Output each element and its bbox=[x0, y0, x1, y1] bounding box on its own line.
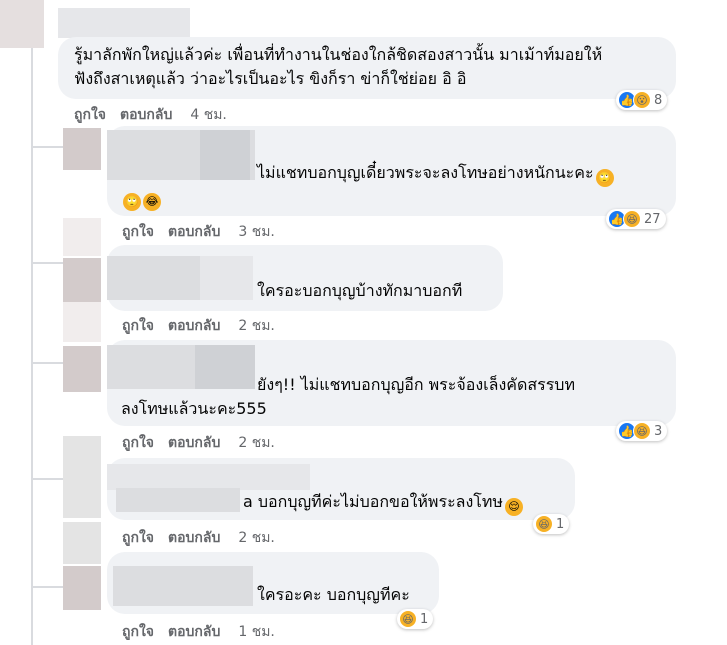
reaction-count: 1 bbox=[420, 611, 429, 627]
reply-button[interactable]: ตอบกลับ bbox=[168, 318, 220, 334]
relieved-emoji-icon: 😌 bbox=[504, 498, 523, 516]
avatar[interactable] bbox=[63, 258, 101, 302]
comment-text-line: ลงโทษแล้วนะคะ555 bbox=[121, 399, 267, 418]
timestamp[interactable]: 2 ชม. bbox=[238, 530, 275, 546]
avatar[interactable] bbox=[63, 436, 101, 478]
like-button[interactable]: ถูกใจ bbox=[122, 435, 154, 451]
comment-text-line: ไม่แชทบอกบุญเดี๋ยวพระจะลงโทษอย่างหนักนะค… bbox=[257, 160, 614, 187]
tears-of-joy-emoji-icon: 😂 bbox=[143, 193, 161, 211]
reply-connector bbox=[33, 478, 63, 480]
author-name-redacted bbox=[116, 488, 240, 512]
author-name-redacted bbox=[195, 345, 255, 389]
reaction-summary[interactable]: 👍 😮 8 bbox=[616, 90, 668, 110]
avatar[interactable] bbox=[63, 346, 101, 392]
reaction-count: 27 bbox=[644, 211, 661, 227]
avatar[interactable] bbox=[63, 128, 101, 170]
reply-connector bbox=[33, 146, 63, 148]
timestamp[interactable]: 2 ชม. bbox=[238, 435, 275, 451]
author-name-redacted[interactable] bbox=[107, 464, 310, 490]
wow-icon: 😮 bbox=[633, 91, 651, 109]
like-button[interactable]: ถูกใจ bbox=[122, 224, 154, 240]
avatar[interactable] bbox=[63, 522, 101, 564]
timestamp[interactable]: 1 ชม. bbox=[238, 624, 275, 640]
reply-button[interactable]: ตอบกลับ bbox=[168, 624, 220, 640]
like-button[interactable]: ถูกใจ bbox=[122, 530, 154, 546]
comment-text-line: รู้มาลักพักใหญ่แล้วค่ะ เพื่อนที่ทำงานในช… bbox=[74, 45, 603, 64]
reply-button[interactable]: ตอบกลับ bbox=[120, 107, 172, 123]
comment-actions: ถูกใจ ตอบกลับ 4 ชม. bbox=[74, 104, 241, 126]
rolling-eyes-emoji-icon: 🙄 bbox=[123, 193, 141, 211]
comment-text-line: 🙄 😂 bbox=[121, 184, 161, 211]
author-name-redacted[interactable] bbox=[58, 8, 190, 38]
avatar[interactable] bbox=[63, 478, 101, 518]
author-name-redacted bbox=[200, 130, 250, 180]
avatar[interactable] bbox=[63, 566, 101, 610]
comment-text-line: a บอกบุญทีค่ะไม่บอกขอให้พระลงโทษ 😌 bbox=[243, 489, 523, 516]
comment-text-line: ยังๆ!! ไม่แชทบอกบุญอีก พระจ้องเล็งคัดสรร… bbox=[257, 375, 575, 394]
haha-icon: 😆 bbox=[399, 610, 417, 628]
avatar[interactable] bbox=[63, 302, 101, 342]
author-name-redacted bbox=[200, 256, 253, 300]
reaction-summary[interactable]: 😆 1 bbox=[397, 609, 434, 629]
timestamp[interactable]: 4 ชม. bbox=[190, 107, 227, 123]
haha-icon: 😆 bbox=[633, 422, 651, 440]
timestamp[interactable]: 2 ชม. bbox=[238, 318, 275, 334]
rolling-eyes-emoji-icon: 🙄 bbox=[595, 169, 614, 187]
avatar[interactable] bbox=[63, 218, 101, 256]
timestamp[interactable]: 3 ชม. bbox=[238, 224, 275, 240]
reaction-summary[interactable]: 👍 😆 3 bbox=[616, 421, 668, 441]
reaction-summary[interactable]: 👍 😆 27 bbox=[606, 209, 666, 229]
haha-icon: 😆 bbox=[535, 515, 553, 533]
reaction-count: 3 bbox=[654, 423, 663, 439]
reply-connector bbox=[33, 362, 63, 364]
reply-button[interactable]: ตอบกลับ bbox=[168, 435, 220, 451]
like-button[interactable]: ถูกใจ bbox=[122, 624, 154, 640]
comment-actions: ถูกใจ ตอบกลับ 2 ชม. bbox=[122, 527, 289, 549]
comment-text-line: ใครอะคะ บอกบุญทีคะ bbox=[257, 585, 410, 604]
reply-connector bbox=[33, 586, 63, 588]
comment-text-line: ใครอะบอกบุญบ้างทักมาบอกที bbox=[257, 281, 463, 300]
reaction-count: 8 bbox=[654, 92, 663, 108]
like-button[interactable]: ถูกใจ bbox=[122, 318, 154, 334]
comment-actions: ถูกใจ ตอบกลับ 2 ชม. bbox=[122, 315, 289, 337]
comment-text-line: ฟังถึงสาเหตุแล้ว ว่าอะไรเป็นอะไร ขิงก็รา… bbox=[74, 69, 467, 88]
reply-button[interactable]: ตอบกลับ bbox=[168, 224, 220, 240]
reaction-summary[interactable]: 😆 1 bbox=[533, 514, 570, 534]
comment-actions: ถูกใจ ตอบกลับ 3 ชม. bbox=[122, 221, 289, 243]
like-button[interactable]: ถูกใจ bbox=[74, 107, 106, 123]
comment-actions: ถูกใจ ตอบกลับ 2 ชม. bbox=[122, 432, 289, 454]
reply-connector bbox=[33, 262, 63, 264]
author-name-redacted[interactable] bbox=[113, 566, 253, 606]
thread-line bbox=[31, 0, 33, 645]
comment-actions: ถูกใจ ตอบกลับ 1 ชม. bbox=[122, 621, 289, 643]
avatar[interactable] bbox=[0, 0, 44, 48]
haha-icon: 😆 bbox=[623, 210, 641, 228]
reaction-count: 1 bbox=[556, 516, 565, 532]
reply-button[interactable]: ตอบกลับ bbox=[168, 530, 220, 546]
